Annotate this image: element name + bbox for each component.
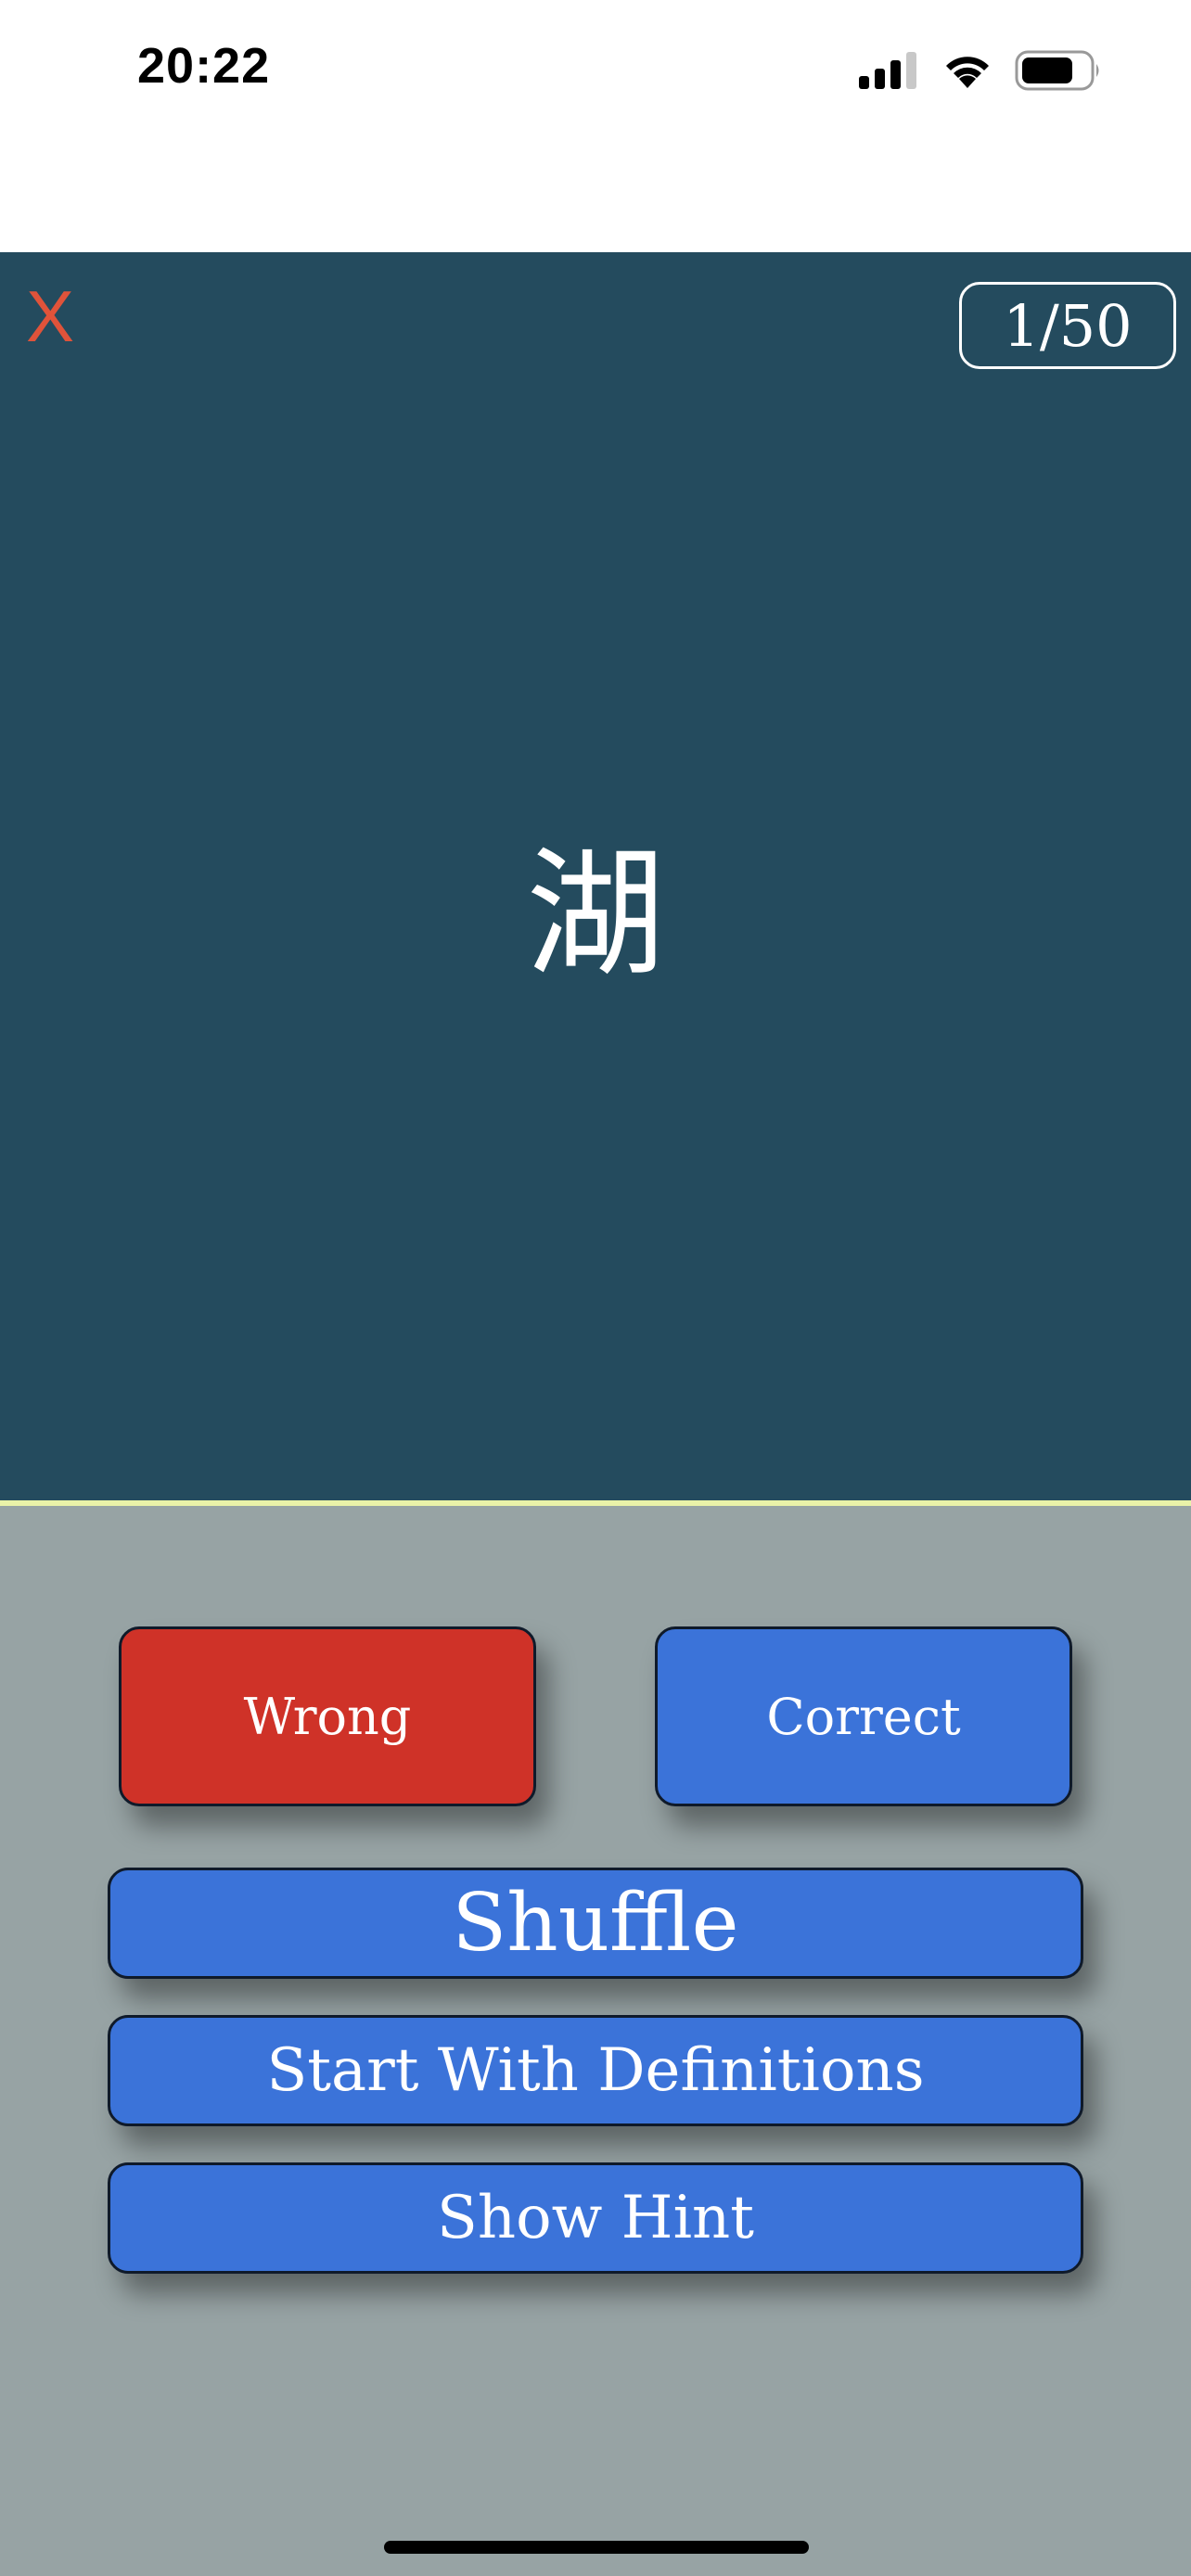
- card-counter: 1/50: [959, 282, 1176, 369]
- flashcard-term: 湖: [525, 835, 665, 996]
- flashcard[interactable]: X 1/50 湖: [0, 252, 1191, 1506]
- start-with-definitions-label: Start With Definitions: [266, 2036, 925, 2105]
- shuffle-button[interactable]: Shuffle: [108, 1868, 1083, 1979]
- home-indicator[interactable]: [384, 2541, 809, 2554]
- status-icons: [859, 45, 1102, 96]
- close-button[interactable]: X: [26, 280, 74, 352]
- battery-icon: [1015, 50, 1102, 91]
- cellular-signal-icon: [859, 52, 920, 89]
- start-with-definitions-button[interactable]: Start With Definitions: [108, 2015, 1083, 2126]
- wrong-button[interactable]: Wrong: [119, 1626, 536, 1806]
- correct-button-label: Correct: [766, 1687, 961, 1746]
- status-bar: 20:22: [0, 0, 1191, 252]
- status-time: 20:22: [137, 38, 271, 94]
- show-hint-label: Show Hint: [437, 2184, 754, 2252]
- wifi-icon: [941, 51, 994, 90]
- correct-button[interactable]: Correct: [655, 1626, 1072, 1806]
- wrong-button-label: Wrong: [243, 1687, 412, 1746]
- show-hint-button[interactable]: Show Hint: [108, 2162, 1083, 2274]
- shuffle-button-label: Shuffle: [452, 1877, 739, 1970]
